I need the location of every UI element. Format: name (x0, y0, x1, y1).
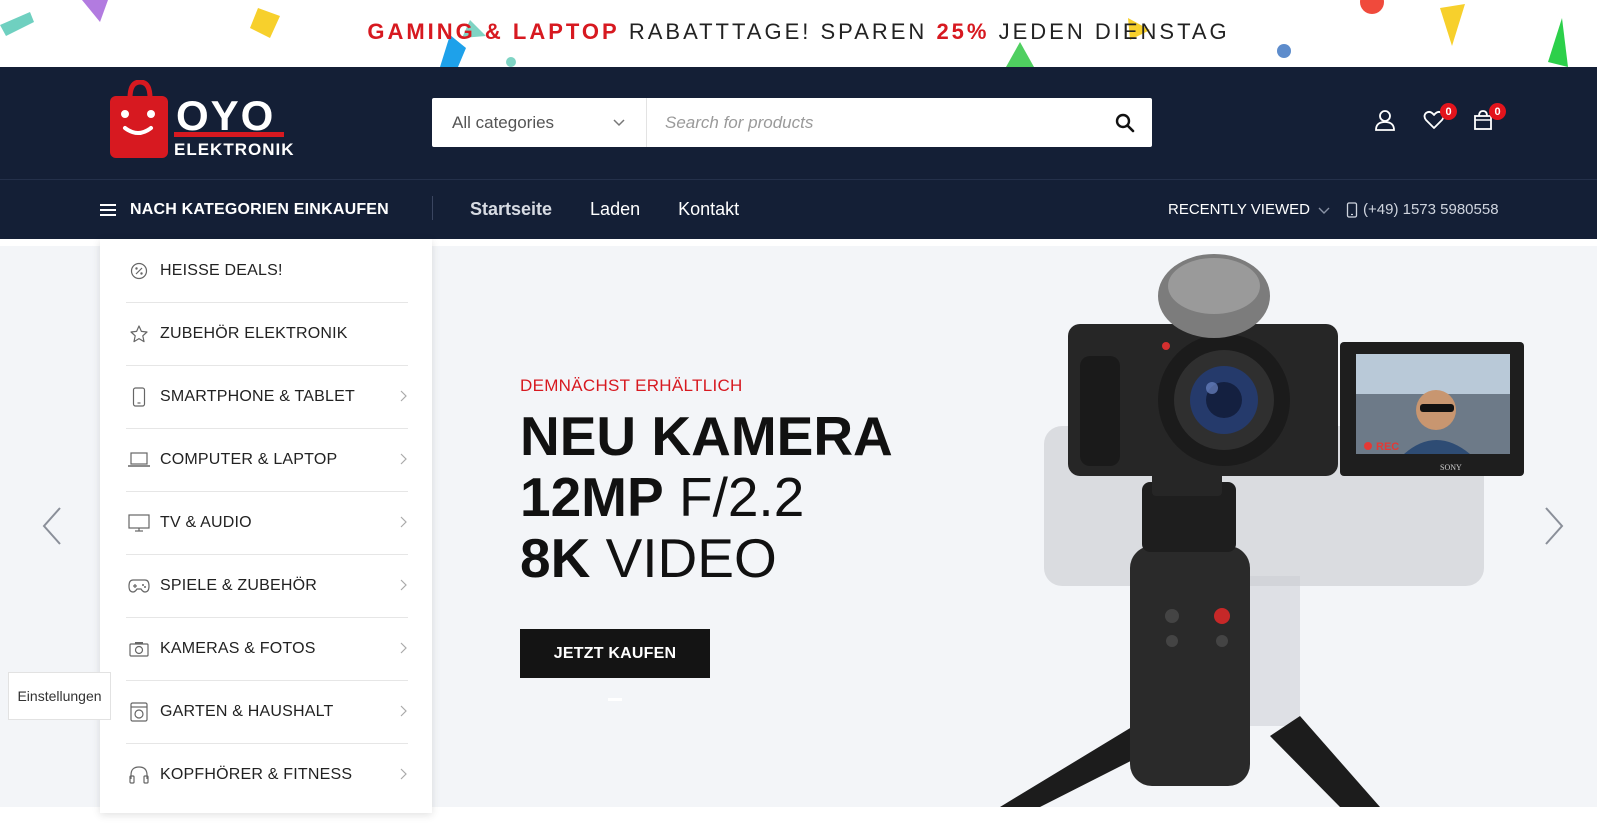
account-button[interactable] (1372, 107, 1398, 133)
category-label: TV & AUDIO (160, 513, 252, 531)
discount-tag-icon (128, 260, 150, 282)
buy-now-button[interactable]: JETZT KAUFEN (520, 629, 710, 678)
camera-brand-label: SONY (1440, 463, 1462, 472)
hero-eyebrow: DEMNÄCHST ERHÄLTLICH (520, 376, 743, 395)
promo-discount: 25% (936, 19, 990, 44)
hero-spec-aperture: F/2.2 (663, 466, 805, 528)
hero-spec-resolution: 8K (520, 527, 591, 589)
slider-dot-indicator[interactable] (608, 698, 622, 701)
category-item-tv-audio[interactable]: TV & AUDIO (126, 491, 408, 555)
hero-headline-line2: 12MP F/2.2 (520, 467, 804, 527)
logo-subtitle: ELEKTRONIK (174, 140, 295, 159)
category-label: COMPUTER & LAPTOP (160, 450, 338, 468)
hamburger-menu-icon (100, 203, 116, 216)
nav-link-kontakt[interactable]: Kontakt (678, 199, 739, 220)
category-item-zubehoer-elektronik[interactable]: ZUBEHÖR ELEKTRONIK (126, 302, 408, 366)
hero-headline-line3: 8K VIDEO (520, 528, 777, 588)
monitor-icon (128, 512, 150, 534)
hero-headline-line1: NEU KAMERA (520, 406, 893, 466)
category-label: ZUBEHÖR ELEKTRONIK (160, 324, 348, 342)
search-bar: All categories (432, 98, 1152, 147)
camera-icon (128, 638, 150, 660)
hero-spec-megapixel: 12MP (520, 466, 664, 528)
wishlist-count-badge: 0 (1440, 103, 1457, 120)
category-label: HEISSE DEALS! (160, 261, 283, 279)
recently-viewed-label: RECENTLY VIEWED (1168, 201, 1310, 218)
category-label: GARTEN & HAUSHALT (160, 702, 334, 720)
category-select-value: All categories (452, 112, 555, 132)
rec-indicator: REC (1376, 441, 1399, 453)
chevron-right-icon (400, 390, 407, 402)
promo-text: GAMING & LAPTOP RABATTTAGE! SPAREN 25% J… (0, 19, 1597, 45)
browse-categories-label: NACH KATEGORIEN EINKAUFEN (130, 200, 389, 218)
category-label: KAMERAS & FOTOS (160, 639, 316, 657)
cart-count-badge: 0 (1489, 103, 1506, 120)
browse-categories-button[interactable]: NACH KATEGORIEN EINKAUFEN (100, 180, 389, 239)
settings-button[interactable]: Einstellungen (8, 672, 111, 720)
promo-highlight: GAMING & LAPTOP (367, 19, 620, 44)
gamepad-icon (128, 575, 150, 597)
category-dropdown-menu: HEISSE DEALS! ZUBEHÖR ELEKTRONIK SMARTPH… (100, 239, 432, 813)
phone-contact[interactable]: (+49) 1573 5980558 (1346, 180, 1499, 239)
promo-day: JEDEN DIENSTAG (989, 19, 1230, 44)
chevron-down-icon (1318, 207, 1330, 214)
user-icon (1375, 110, 1395, 131)
chevron-right-icon (400, 453, 407, 465)
recently-viewed-dropdown[interactable]: RECENTLY VIEWED (1168, 180, 1330, 239)
chevron-right-icon (400, 705, 407, 717)
nav-divider (432, 196, 433, 220)
hero-headline-title: NEU KAMERA (520, 405, 893, 467)
category-item-smartphone-tablet[interactable]: SMARTPHONE & TABLET (126, 365, 408, 429)
category-select[interactable]: All categories (432, 98, 647, 147)
category-label: SPIELE & ZUBEHÖR (160, 576, 318, 594)
nav-links: Startseite Laden Kontakt (470, 180, 739, 239)
category-item-kameras-fotos[interactable]: KAMERAS & FOTOS (126, 617, 408, 681)
headphones-icon (128, 764, 150, 786)
site-header: OYO ELEKTRONIK All categories 0 0 (0, 67, 1597, 179)
category-item-heisse-deals[interactable]: HEISSE DEALS! (126, 239, 408, 303)
site-logo[interactable]: OYO ELEKTRONIK (108, 79, 294, 162)
main-navigation: NACH KATEGORIEN EINKAUFEN Startseite Lad… (0, 179, 1597, 239)
chevron-right-icon (400, 768, 407, 780)
chevron-right-icon (400, 579, 407, 591)
mobile-phone-icon (1346, 201, 1358, 218)
wishlist-button[interactable]: 0 (1421, 103, 1457, 133)
chevron-right-icon (400, 516, 407, 528)
category-item-kopfhoerer-fitness[interactable]: KOPFHÖRER & FITNESS (126, 743, 408, 807)
category-label: KOPFHÖRER & FITNESS (160, 766, 353, 783)
nav-link-laden[interactable]: Laden (590, 199, 640, 220)
category-item-spiele-zubehoer[interactable]: SPIELE & ZUBEHÖR (126, 554, 408, 618)
smartphone-icon (128, 386, 150, 408)
search-icon (1115, 113, 1134, 132)
logo-name: OYO (176, 92, 276, 139)
washing-machine-icon (128, 701, 150, 723)
promo-banner: GAMING & LAPTOP RABATTTAGE! SPAREN 25% J… (0, 0, 1597, 67)
cart-button[interactable]: 0 (1470, 103, 1506, 133)
slider-prev-arrow-icon[interactable] (40, 506, 64, 546)
chevron-down-icon (613, 119, 625, 127)
hero-spec-video: VIDEO (590, 527, 777, 589)
category-item-computer-laptop[interactable]: COMPUTER & LAPTOP (126, 428, 408, 492)
nav-link-startseite[interactable]: Startseite (470, 199, 552, 220)
phone-number: (+49) 1573 5980558 (1363, 201, 1499, 218)
laptop-icon (128, 449, 150, 471)
category-label: SMARTPHONE & TABLET (160, 387, 355, 405)
search-input[interactable] (647, 98, 1097, 147)
chevron-right-icon (400, 642, 407, 654)
search-button[interactable] (1097, 98, 1152, 147)
promo-message: RABATTTAGE! SPAREN (619, 19, 937, 44)
vlog-camera-product-image: REC SONY (1000, 254, 1524, 807)
star-icon (128, 323, 150, 345)
category-item-garten-haushalt[interactable]: GARTEN & HAUSHALT (126, 680, 408, 744)
